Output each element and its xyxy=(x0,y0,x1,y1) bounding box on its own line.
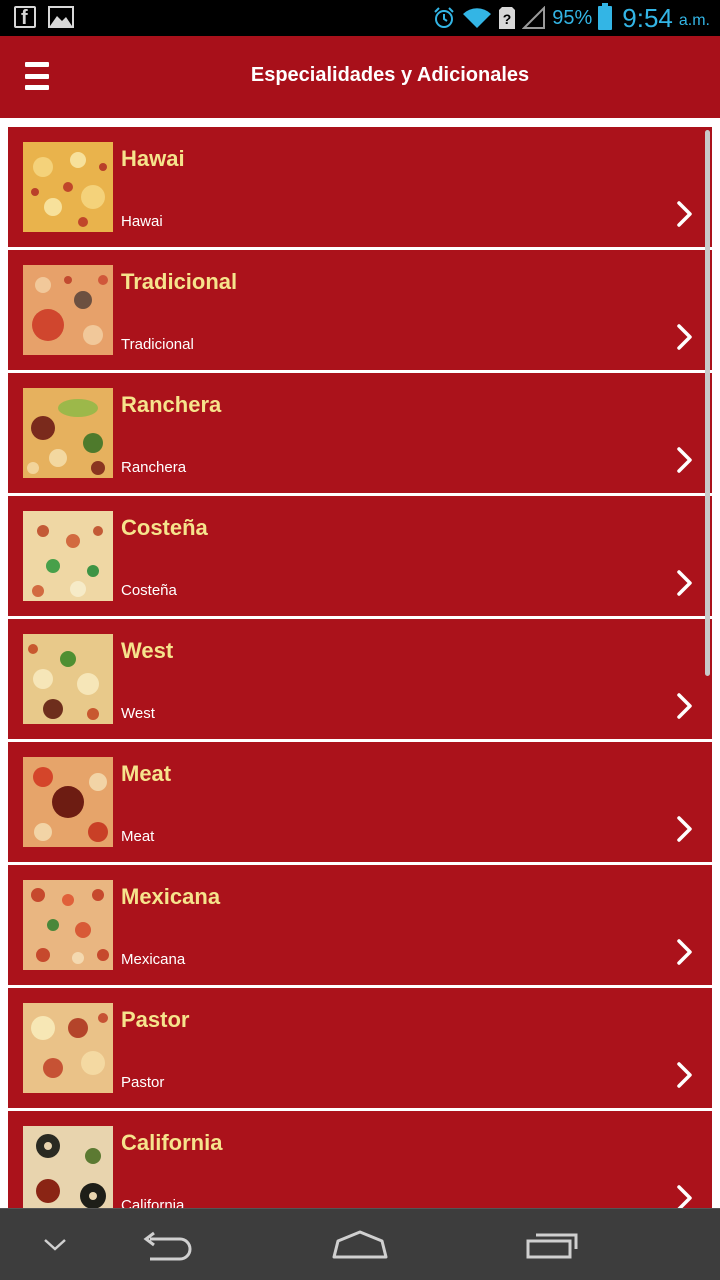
sim-unknown-icon: ? xyxy=(499,7,516,29)
system-navigation-bar xyxy=(0,1208,720,1280)
pizza-thumbnail xyxy=(23,1003,113,1093)
chevron-right-icon xyxy=(677,816,692,842)
list-item-meat[interactable]: Meat Meat xyxy=(8,742,712,862)
item-subtitle: Meat xyxy=(121,828,155,845)
pizza-thumbnail xyxy=(23,142,113,232)
battery-icon xyxy=(598,3,613,30)
item-title: Costeña xyxy=(121,515,208,540)
pizza-thumbnail xyxy=(23,880,113,970)
svg-text:?: ? xyxy=(503,11,512,27)
scrollbar[interactable] xyxy=(705,130,710,676)
list-item-hawai[interactable]: Hawai Hawai xyxy=(8,127,712,247)
app-screen: f ? 95% 9:54 a.m. Especialidades y Adici… xyxy=(0,0,720,1280)
pizza-thumbnail xyxy=(23,1126,113,1208)
chevron-right-icon xyxy=(677,1185,692,1208)
list-item-west[interactable]: West West xyxy=(8,619,712,739)
pizza-thumbnail xyxy=(23,265,113,355)
item-title: West xyxy=(121,638,174,663)
home-icon[interactable] xyxy=(330,1229,390,1261)
back-icon[interactable] xyxy=(140,1231,196,1261)
chevron-right-icon xyxy=(677,324,692,350)
pizza-list: Hawai Hawai Tradicional Tradicional Ranc… xyxy=(8,127,712,1208)
item-title: Tradicional xyxy=(121,269,238,294)
pizza-thumbnail xyxy=(23,511,113,601)
chevron-right-icon xyxy=(677,939,692,965)
list-item-california[interactable]: California California xyxy=(8,1111,712,1208)
list-item-ranchera[interactable]: Ranchera Ranchera xyxy=(8,373,712,493)
page-title: Especialidades y Adicionales xyxy=(250,64,530,86)
item-subtitle: California xyxy=(121,1197,185,1208)
wifi-icon xyxy=(463,8,492,28)
signal-icon xyxy=(522,6,546,29)
recent-apps-icon[interactable] xyxy=(524,1229,584,1261)
pizza-list-container[interactable]: Hawai Hawai Tradicional Tradicional Ranc… xyxy=(0,118,720,1208)
item-title: Meat xyxy=(121,761,172,786)
item-subtitle: Ranchera xyxy=(121,459,187,476)
chevron-right-icon xyxy=(677,570,692,596)
item-title: California xyxy=(121,1130,223,1155)
item-title: Pastor xyxy=(121,1007,190,1032)
notification-icons: f xyxy=(14,6,74,30)
item-title: Hawai xyxy=(121,146,185,171)
item-subtitle: Costeña xyxy=(121,582,177,599)
chevron-right-icon xyxy=(677,1062,692,1088)
item-subtitle: Mexicana xyxy=(121,951,186,968)
chevron-right-icon xyxy=(677,201,692,227)
pizza-thumbnail xyxy=(23,634,113,724)
item-subtitle: Pastor xyxy=(121,1074,165,1091)
pizza-thumbnail xyxy=(23,388,113,478)
list-item-pastor[interactable]: Pastor Pastor xyxy=(8,988,712,1108)
list-item-mexicana[interactable]: Mexicana Mexicana xyxy=(8,865,712,985)
item-subtitle: West xyxy=(121,705,155,722)
pizza-thumbnail xyxy=(23,757,113,847)
battery-percentage: 95% xyxy=(552,6,593,29)
item-subtitle: Tradicional xyxy=(121,336,194,353)
clock-time: 9:54 xyxy=(622,2,673,33)
system-indicators: ? 95% 9:54 a.m. xyxy=(432,0,710,36)
item-title: Ranchera xyxy=(121,392,222,417)
list-item-tradicional[interactable]: Tradicional Tradicional xyxy=(8,250,712,370)
item-title: Mexicana xyxy=(121,884,221,909)
clock-ampm: a.m. xyxy=(678,12,710,29)
chevron-right-icon xyxy=(677,447,692,473)
alarm-icon xyxy=(434,7,454,28)
chevron-right-icon xyxy=(677,693,692,719)
gallery-notification-icon xyxy=(48,6,74,28)
list-item-costena[interactable]: Costeña Costeña xyxy=(8,496,712,616)
facebook-notification-icon: f xyxy=(14,6,36,29)
chevron-down-icon[interactable] xyxy=(42,1237,68,1253)
app-bar: Especialidades y Adicionales xyxy=(0,36,720,118)
item-subtitle: Hawai xyxy=(121,213,163,230)
status-bar: f ? 95% 9:54 a.m. xyxy=(0,0,720,36)
